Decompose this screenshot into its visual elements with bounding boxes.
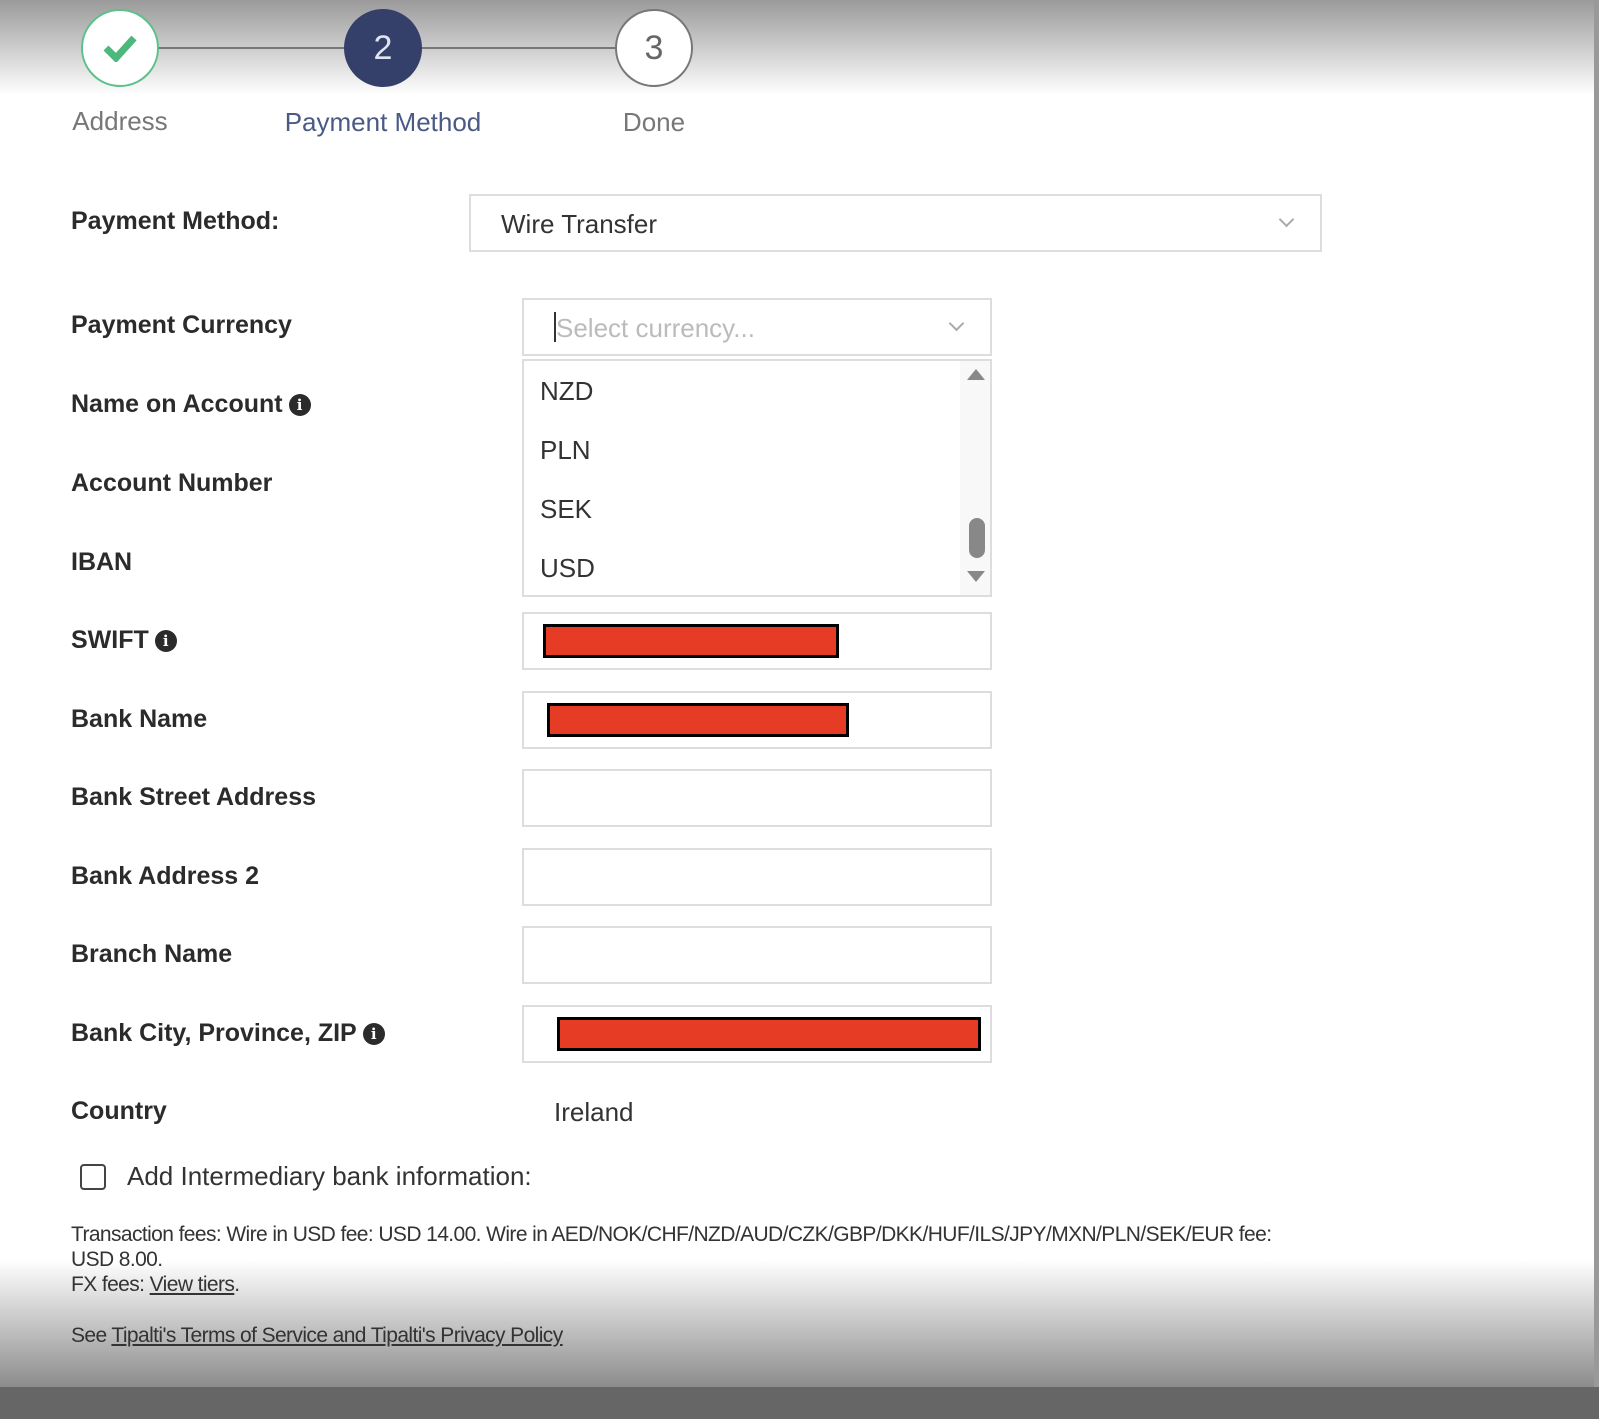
label-text: Name on Account: [71, 390, 283, 418]
step-connector: [422, 47, 615, 49]
info-icon[interactable]: i: [154, 629, 177, 652]
view-tiers-link[interactable]: View tiers: [150, 1273, 235, 1296]
label-text: SWIFT: [71, 626, 149, 654]
info-icon[interactable]: i: [362, 1022, 385, 1045]
currency-option[interactable]: USD: [540, 553, 595, 584]
transaction-fees-text: Transaction fees: Wire in USD fee: USD 1…: [71, 1222, 1272, 1297]
payment-currency-label: Payment Currency: [71, 311, 292, 339]
bank-name-label: Bank Name: [71, 705, 208, 733]
bank-city-label: Bank City, Province, ZIP i: [71, 1019, 385, 1048]
step-address: [81, 9, 159, 87]
terms-privacy-link[interactable]: Tipalti's Terms of Service and Tipalti's…: [111, 1324, 563, 1347]
redaction: [557, 1017, 981, 1051]
scroll-down-icon[interactable]: [967, 571, 985, 582]
bank-city-input[interactable]: [522, 1005, 992, 1063]
country-label: Country: [71, 1097, 167, 1125]
scroll-up-icon[interactable]: [967, 369, 985, 380]
fx-prefix: FX fees:: [71, 1273, 150, 1296]
name-on-account-label: Name on Account i: [71, 390, 311, 419]
step-connector: [159, 47, 345, 49]
step-label: Address: [72, 106, 168, 136]
redaction: [547, 703, 849, 737]
bank-street-address-input[interactable]: [522, 769, 992, 827]
fees-line: USD 8.00.: [71, 1248, 163, 1271]
label-text: Bank City, Province, ZIP: [71, 1019, 357, 1047]
scrollbar[interactable]: [960, 361, 990, 595]
branch-name-input[interactable]: [522, 926, 992, 984]
payment-method-label: Payment Method:: [71, 207, 280, 235]
bank-address-2-input[interactable]: [522, 848, 992, 906]
swift-input[interactable]: [522, 612, 992, 670]
terms-prefix: See: [71, 1324, 112, 1347]
bottom-bar: [0, 1387, 1599, 1419]
branch-name-label: Branch Name: [71, 940, 233, 968]
currency-select[interactable]: Select currency...: [522, 298, 992, 356]
scrollbar-thumb[interactable]: [969, 518, 985, 558]
bank-address-2-label: Bank Address 2: [71, 862, 260, 890]
terms-line: See Tipalti's Terms of Service and Tipal…: [71, 1323, 563, 1348]
payment-method-select[interactable]: Wire Transfer: [469, 194, 1322, 252]
currency-option[interactable]: SEK: [540, 494, 592, 525]
chevron-down-icon: [1278, 211, 1295, 228]
account-number-label: Account Number: [71, 469, 273, 497]
fx-suffix: .: [234, 1273, 240, 1296]
payment-method-value: Wire Transfer: [501, 209, 658, 239]
intermediary-label[interactable]: Add Intermediary bank information:: [127, 1161, 532, 1192]
bank-name-input[interactable]: [522, 691, 992, 749]
currency-option[interactable]: PLN: [540, 435, 591, 466]
step-done: 3: [615, 9, 693, 87]
right-edge: [1594, 0, 1599, 1387]
step-number: 2: [373, 28, 393, 67]
currency-placeholder: Select currency...: [556, 313, 755, 343]
check-icon: [103, 35, 137, 62]
info-icon[interactable]: i: [288, 393, 311, 416]
bank-street-address-label: Bank Street Address: [71, 783, 316, 811]
currency-dropdown-list: NZD PLN SEK USD: [522, 359, 992, 597]
step-label: Done: [622, 107, 686, 137]
step-payment-method: 2: [344, 9, 422, 87]
currency-option[interactable]: NZD: [540, 376, 593, 407]
swift-label: SWIFT i: [71, 626, 177, 655]
redaction: [543, 624, 839, 658]
step-number: 3: [644, 28, 664, 67]
iban-label: IBAN: [71, 548, 133, 576]
fees-line: Transaction fees: Wire in USD fee: USD 1…: [71, 1223, 1272, 1246]
step-label: Payment Method: [284, 107, 482, 137]
country-value: Ireland: [554, 1097, 634, 1127]
fx-fees-line: FX fees: View tiers.: [71, 1272, 1271, 1297]
intermediary-checkbox[interactable]: [80, 1164, 106, 1190]
chevron-down-icon: [948, 315, 965, 332]
